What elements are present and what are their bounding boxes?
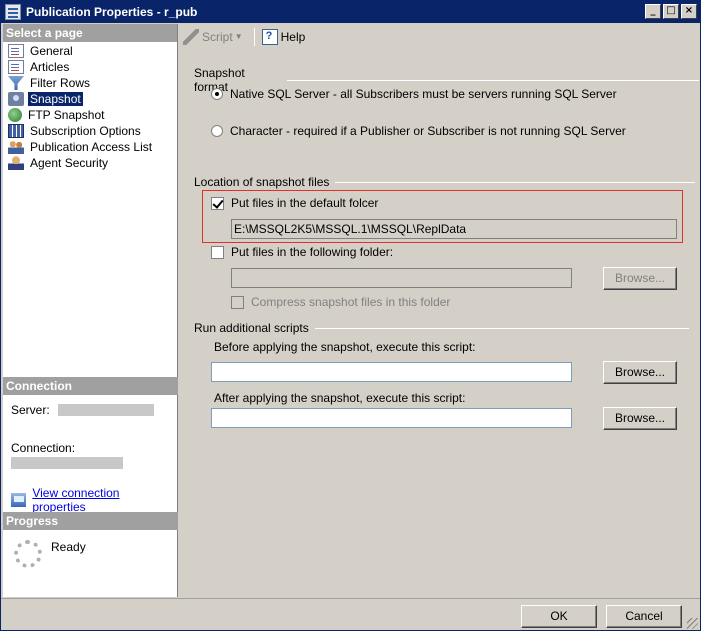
page-item-general[interactable]: General	[3, 43, 177, 59]
toolbar-separator	[253, 27, 255, 46]
connection-properties-icon	[11, 493, 27, 507]
following-folder-option[interactable]: Put files in the following folder:	[211, 245, 393, 259]
articles-icon	[8, 60, 24, 74]
default-folder-option[interactable]: Put files in the default folcer	[211, 196, 378, 210]
progress-status: Ready	[51, 540, 86, 554]
native-format-option[interactable]: Native SQL Server - all Subscribers must…	[211, 87, 617, 101]
help-icon	[261, 28, 278, 45]
publication-properties-window: Publication Properties - r_pub _ □ × Sel…	[0, 0, 701, 631]
select-page-header: Select a page	[3, 24, 177, 42]
dialog-footer: OK Cancel	[1, 598, 700, 631]
window-properties-icon	[5, 4, 21, 20]
before-script-input[interactable]	[211, 362, 572, 382]
agent-icon	[8, 156, 24, 170]
after-script-label: After applying the snapshot, execute thi…	[214, 391, 466, 405]
page-item-ftp-snapshot[interactable]: FTP Snapshot	[3, 107, 177, 123]
script-button[interactable]: Script ▼	[179, 28, 251, 45]
general-icon	[8, 44, 24, 58]
subscription-icon	[8, 124, 24, 138]
maximize-button[interactable]: □	[663, 4, 679, 19]
before-script-label: Before applying the snapshot, execute th…	[214, 340, 476, 354]
after-script-input[interactable]	[211, 408, 572, 428]
toolbar: Script ▼ Help	[179, 24, 699, 49]
default-folder-checkbox[interactable]	[211, 196, 224, 210]
page-item-subscription-options[interactable]: Subscription Options	[3, 123, 177, 139]
cancel-button[interactable]: Cancel	[606, 605, 682, 628]
minimize-button[interactable]: _	[645, 4, 661, 19]
page-item-publication-access-list[interactable]: Publication Access List	[3, 139, 177, 155]
connection-section: Connection Server: Connection: View conn…	[3, 377, 178, 515]
progress-header: Progress	[3, 512, 178, 530]
additional-scripts-group: Run additional scripts	[194, 321, 689, 335]
snapshot-page-content: Snapshot format Native SQL Server - all …	[179, 49, 699, 597]
after-script-browse-button[interactable]: Browse...	[603, 407, 677, 430]
before-script-browse-button[interactable]: Browse...	[603, 361, 677, 384]
following-folder-browse-button[interactable]: Browse...	[603, 267, 677, 290]
compress-option[interactable]: Compress snapshot files in this folder	[231, 295, 450, 309]
window-title: Publication Properties - r_pub	[26, 5, 198, 19]
connection-value-redacted	[11, 457, 123, 469]
character-format-radio[interactable]	[211, 125, 223, 137]
view-connection-properties-link[interactable]: View connection properties	[32, 486, 170, 514]
title-bar[interactable]: Publication Properties - r_pub _ □ ×	[1, 1, 700, 23]
progress-spinner-icon	[14, 540, 42, 568]
native-format-radio[interactable]	[211, 88, 223, 100]
following-folder-input[interactable]	[231, 268, 572, 288]
page-item-snapshot[interactable]: Snapshot	[3, 91, 177, 107]
filter-icon	[8, 76, 24, 90]
script-icon	[183, 28, 199, 45]
page-item-filter-rows[interactable]: Filter Rows	[3, 75, 177, 91]
snapshot-icon	[8, 92, 24, 106]
server-label: Server:	[11, 403, 50, 417]
connection-label: Connection:	[11, 441, 76, 455]
compress-checkbox[interactable]	[231, 295, 244, 309]
progress-section: Progress Ready	[3, 512, 178, 568]
page-item-articles[interactable]: Articles	[3, 59, 177, 75]
help-button[interactable]: Help	[258, 28, 310, 45]
location-group: Location of snapshot files	[194, 175, 696, 189]
access-list-icon	[8, 140, 24, 154]
character-format-option[interactable]: Character - required if a Publisher or S…	[211, 124, 626, 138]
page-item-agent-security[interactable]: Agent Security	[3, 155, 177, 171]
ftp-icon	[8, 108, 22, 122]
server-value-redacted	[57, 404, 154, 416]
location-header: Location of snapshot files	[194, 175, 330, 189]
left-pane: Select a page General Articles Filter Ro…	[3, 24, 178, 597]
default-folder-path: E:\MSSQL2K5\MSSQL.1\MSSQL\ReplData	[231, 219, 677, 239]
additional-scripts-header: Run additional scripts	[194, 321, 309, 335]
connection-header: Connection	[3, 377, 178, 395]
close-button[interactable]: ×	[681, 4, 697, 19]
ok-button[interactable]: OK	[521, 605, 597, 628]
script-dropdown-arrow-icon[interactable]: ▼	[235, 32, 243, 41]
following-folder-checkbox[interactable]	[211, 245, 224, 259]
resize-grip-icon[interactable]	[687, 618, 698, 629]
